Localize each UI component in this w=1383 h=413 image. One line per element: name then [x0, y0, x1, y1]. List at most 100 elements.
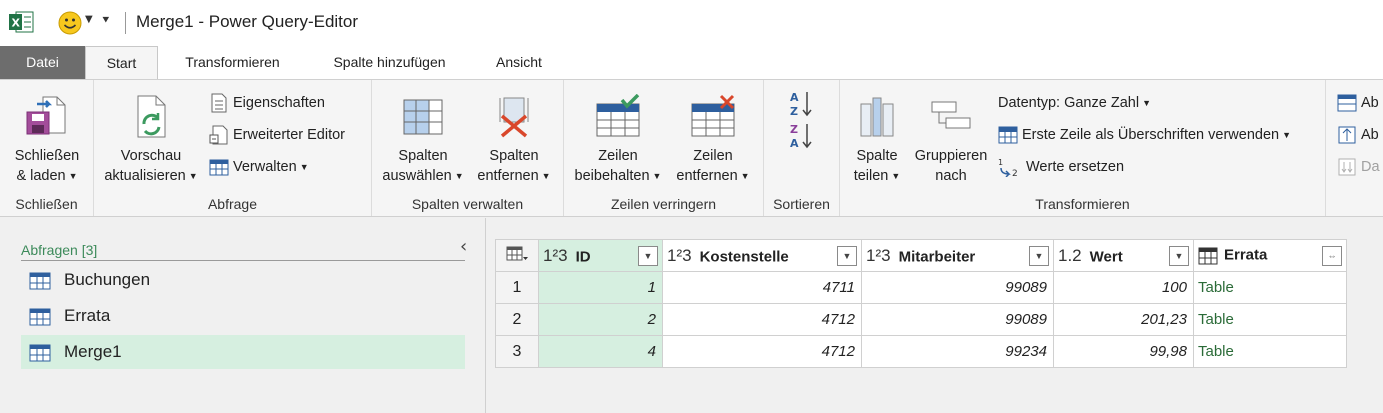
group-label-zeilen-verringern: Zeilen verringern: [610, 196, 717, 212]
cutoff-label-2: Ab: [1361, 127, 1379, 143]
remove-rows-button[interactable]: Zeilen entfernen ▼: [668, 94, 758, 186]
query-item-buchungen[interactable]: Buchungen: [21, 263, 465, 297]
replace-values-button[interactable]: 1 2 Werte ersetzen: [998, 156, 1124, 179]
title-bar: X ▼ ⯆ Merge1 - Power Query-Editor: [0, 0, 1383, 46]
expand-column-icon[interactable]: ⇔: [1322, 246, 1342, 266]
cell-mitarbeiter[interactable]: 99234: [861, 335, 1054, 368]
queries-divider: [21, 260, 465, 261]
split-column-icon: [860, 97, 894, 137]
smiley-feedback-icon[interactable]: [58, 11, 82, 35]
queries-header[interactable]: Abfragen [3]: [21, 242, 97, 258]
cell-kostenstelle[interactable]: 4711: [662, 271, 862, 304]
customize-toolbar-icon[interactable]: ⯆: [101, 13, 111, 28]
decimal-type-icon[interactable]: 1.2: [1058, 246, 1082, 265]
row-number[interactable]: 1: [495, 271, 539, 304]
group-abfrage: Vorschau aktualisieren ▼ Eigenschaften Er…: [94, 80, 372, 216]
cell-kostenstelle[interactable]: 4712: [662, 303, 862, 336]
query-label: Merge1: [64, 342, 122, 361]
cell-id[interactable]: 1: [538, 271, 663, 304]
column-header-kostenstelle[interactable]: 1²3 Kostenstelle ▼: [662, 239, 862, 272]
remove-rows-label-1: Zeilen: [693, 148, 733, 164]
column-filter-icon[interactable]: ▼: [1029, 246, 1049, 266]
column-icon: [1338, 126, 1356, 144]
query-item-merge1[interactable]: Merge1: [21, 335, 465, 369]
refresh-preview-label-1: Vorschau: [120, 148, 182, 164]
window-title: Merge1 - Power Query-Editor: [136, 12, 359, 31]
remove-columns-button[interactable]: Spalten entfernen ▼: [470, 94, 558, 186]
keep-rows-label-2: beibehalten ▼: [574, 168, 662, 184]
row-number[interactable]: 2: [495, 303, 539, 336]
group-by-button[interactable]: Gruppieren nach: [910, 94, 992, 186]
column-filter-icon[interactable]: ▼: [1169, 246, 1189, 266]
query-item-errata[interactable]: Errata: [21, 299, 465, 333]
disabled-arrows-icon: [1338, 158, 1356, 176]
svg-text:A: A: [790, 137, 799, 150]
cell-mitarbeiter[interactable]: 99089: [861, 303, 1054, 336]
cutoff-item-1[interactable]: Ab: [1337, 92, 1379, 114]
column-name: Errata: [1224, 247, 1268, 265]
close-load-icon: [26, 96, 66, 135]
close-load-label-2: & laden ▼: [16, 168, 78, 184]
close-load-button[interactable]: Schließen & laden ▼: [4, 94, 90, 186]
cell-wert[interactable]: 201,23: [1053, 303, 1194, 336]
group-schliessen: Schließen & laden ▼ Schließen: [0, 80, 94, 216]
whole-number-type-icon[interactable]: 1²3: [866, 246, 891, 265]
whole-number-type-icon[interactable]: 1²3: [543, 246, 568, 265]
cell-wert[interactable]: 99,98: [1053, 335, 1194, 368]
cutoff-item-3[interactable]: Da: [1337, 156, 1380, 178]
refresh-preview-button[interactable]: Vorschau aktualisieren ▼: [100, 94, 202, 186]
ribbon: Schließen & laden ▼ Schließen Vorschau ak…: [0, 79, 1383, 217]
grid-corner-menu[interactable]: [495, 239, 539, 272]
column-name: Kostenstelle: [699, 248, 789, 266]
sort-descending-icon[interactable]: Z A: [790, 122, 814, 150]
cell-mitarbeiter[interactable]: 99089: [861, 271, 1054, 304]
column-name: Wert: [1089, 248, 1123, 266]
remove-columns-label-1: Spalten: [489, 148, 539, 164]
svg-text:Z: Z: [790, 123, 798, 136]
tab-ansicht[interactable]: Ansicht: [476, 46, 562, 79]
table-row: 2 2 4712 99089 201,23 Table: [495, 303, 1347, 336]
tab-start[interactable]: Start: [85, 46, 158, 79]
properties-label: Eigenschaften: [233, 95, 325, 111]
cell-kostenstelle[interactable]: 4712: [662, 335, 862, 368]
cell-errata-link[interactable]: Table: [1193, 335, 1347, 368]
excel-icon[interactable]: X: [9, 11, 34, 33]
tab-datei[interactable]: Datei: [0, 46, 85, 79]
column-filter-icon[interactable]: ▼: [638, 246, 658, 266]
advanced-editor-button[interactable]: Erweiterter Editor: [209, 124, 345, 146]
row-number[interactable]: 3: [495, 335, 539, 368]
column-filter-icon[interactable]: ▼: [837, 246, 857, 266]
feedback-dropdown-icon[interactable]: ▼: [85, 14, 93, 25]
split-column-button[interactable]: Spalte teilen ▼: [844, 94, 910, 186]
table-icon: [29, 344, 51, 362]
column-header-errata[interactable]: Errata ⇔: [1193, 239, 1347, 272]
column-header-mitarbeiter[interactable]: 1²3 Mitarbeiter ▼: [861, 239, 1054, 272]
group-by-icon: [931, 101, 971, 129]
cutoff-item-2[interactable]: Ab: [1337, 124, 1379, 146]
table-type-icon[interactable]: [1198, 247, 1218, 265]
table-menu-icon: [506, 246, 528, 260]
group-transformieren: Spalte teilen ▼ Gruppieren nach Datentyp:…: [840, 80, 1326, 216]
column-header-wert[interactable]: 1.2 Wert ▼: [1053, 239, 1194, 272]
refresh-preview-icon: [137, 95, 166, 138]
whole-number-type-icon[interactable]: 1²3: [667, 246, 692, 265]
choose-columns-button[interactable]: Spalten auswählen ▼: [378, 94, 468, 186]
column-header-id[interactable]: 1²3 ID ▼: [538, 239, 663, 272]
choose-columns-icon: [403, 99, 443, 135]
collapse-pane-icon[interactable]: ‹: [460, 236, 467, 257]
cell-errata-link[interactable]: Table: [1193, 303, 1347, 336]
first-row-as-headers-button[interactable]: Erste Zeile als Überschriften verwenden ▼: [998, 124, 1291, 146]
cell-errata-link[interactable]: Table: [1193, 271, 1347, 304]
cell-id[interactable]: 2: [538, 303, 663, 336]
choose-columns-label-1: Spalten: [398, 148, 448, 164]
cell-id[interactable]: 4: [538, 335, 663, 368]
sort-ascending-icon[interactable]: A Z: [790, 90, 814, 118]
properties-button[interactable]: Eigenschaften: [209, 92, 325, 114]
cell-wert[interactable]: 100: [1053, 271, 1194, 304]
title-separator: [125, 12, 126, 34]
data-type-dropdown[interactable]: Datentyp: Ganze Zahl ▼: [998, 92, 1151, 114]
tab-transformieren[interactable]: Transformieren: [160, 46, 305, 79]
tab-spalte-hinzufuegen[interactable]: Spalte hinzufügen: [308, 46, 471, 79]
keep-rows-button[interactable]: Zeilen beibehalten ▼: [570, 94, 666, 186]
manage-button[interactable]: Verwalten ▼: [209, 156, 309, 178]
